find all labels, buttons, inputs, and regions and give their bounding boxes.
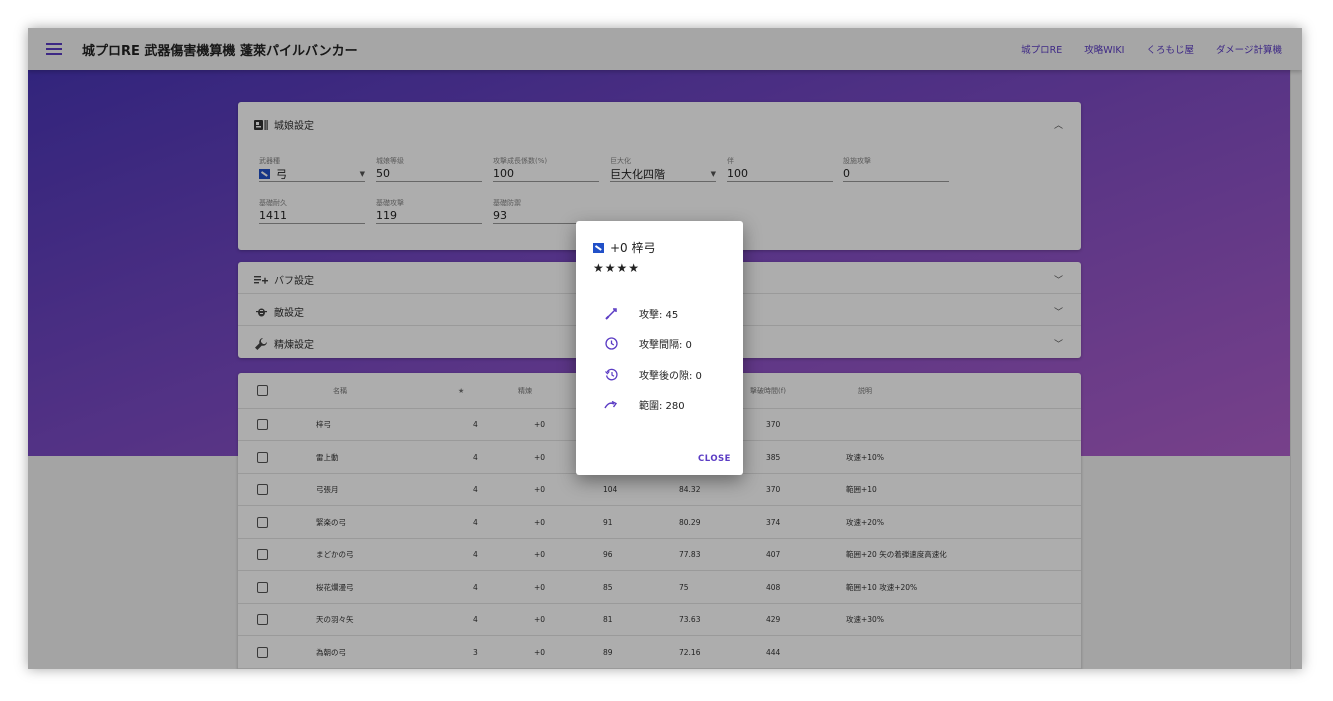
stat-attack: 攻撃: 45 [603,305,678,321]
weapon-detail-dialog: +0 梓弓 ★★★★ 攻撃: 45 攻撃間隔: 0 攻撃後の隙: 0 範圍: 2… [576,221,743,475]
history-icon [603,366,619,382]
dialog-title: +0 梓弓 [610,241,656,255]
rarity-stars: ★★★★ [593,261,641,275]
bow-icon [593,242,604,253]
range-arrow-icon [603,396,619,412]
stat-attack-interval: 攻撃間隔: 0 [603,335,692,351]
close-button[interactable]: CLOSE [698,454,731,464]
stat-range: 範圍: 280 [603,396,685,412]
stat-attack-recovery: 攻撃後の隙: 0 [603,366,702,382]
app-window: 城プロRE 武器傷害機算機 蓬萊パイルバンカー 城プロRE 攻略WIKI くろも… [28,28,1302,669]
sword-icon [603,305,619,321]
clock-icon [603,335,619,351]
